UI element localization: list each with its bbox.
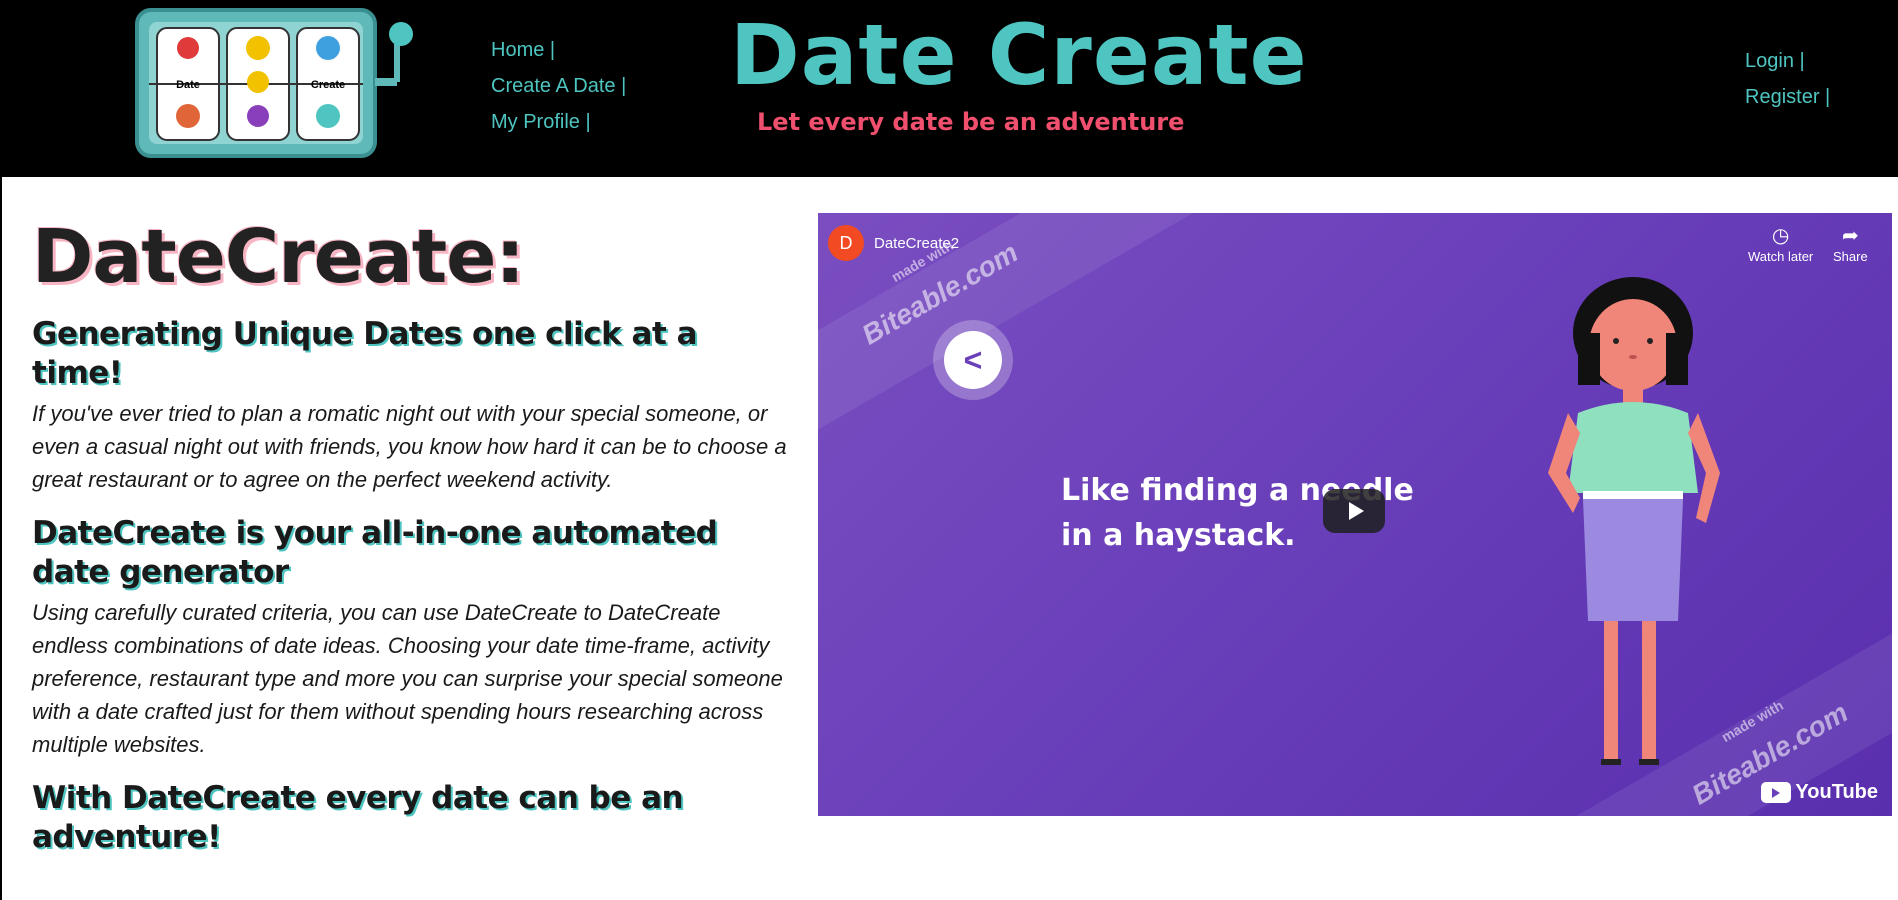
logo-label-date: Date (176, 79, 200, 91)
heading-all-in-one: DateCreate is your all-in-one automated … (32, 515, 718, 590)
site-title: Date Create (730, 6, 1308, 104)
woman-illustration (1548, 277, 1720, 765)
slot-machine-logo[interactable]: Date Create (135, 8, 415, 158)
site-header: Date Create Home | Create A Date | My Pr… (0, 0, 1898, 177)
register-link[interactable]: Register | (1745, 79, 1830, 115)
youtube-logo[interactable]: YouTube (1761, 781, 1878, 804)
page-title: DateCreate: (32, 214, 525, 300)
main-nav: Home | Create A Date | My Profile | (491, 32, 626, 140)
video-player[interactable]: made with Biteable.com made with Biteabl… (818, 213, 1892, 816)
share-button[interactable]: ➦ Share (1833, 223, 1868, 264)
main-content: DateCreate: Generating Unique Dates one … (0, 177, 1898, 900)
youtube-label: YouTube (1795, 781, 1878, 803)
intro-section: DateCreate: Generating Unique Dates one … (32, 217, 792, 861)
video-channel-bar: D DateCreate2 (828, 225, 959, 261)
clock-icon: ◷ (1771, 225, 1790, 247)
login-link[interactable]: Login | (1745, 43, 1830, 79)
nav-home-link[interactable]: Home | (491, 32, 626, 68)
paragraph-intro: If you've ever tried to plan a romatic n… (32, 401, 787, 492)
channel-name[interactable]: DateCreate2 (874, 235, 959, 252)
auth-links: Login | Register | (1745, 43, 1830, 115)
heading-generating: Generating Unique Dates one click at a t… (32, 316, 698, 391)
back-circle-graphic: < (933, 320, 1013, 400)
nav-my-profile-link[interactable]: My Profile | (491, 104, 626, 140)
share-icon: ➦ (1841, 225, 1859, 247)
watch-later-button[interactable]: ◷ Watch later (1748, 223, 1813, 264)
share-label: Share (1833, 249, 1868, 264)
play-button[interactable] (1323, 489, 1385, 533)
nav-create-date-link[interactable]: Create A Date | (491, 68, 626, 104)
watch-later-label: Watch later (1748, 249, 1814, 264)
site-tagline: Let every date be an adventure (757, 108, 1185, 136)
back-arrow-icon: < (944, 331, 1002, 389)
paragraph-criteria: Using carefully curated criteria, you ca… (32, 600, 783, 757)
heading-adventure: With DateCreate every date can be an adv… (32, 780, 684, 855)
logo-label-create: Create (311, 79, 345, 91)
youtube-play-icon (1761, 782, 1792, 803)
channel-avatar[interactable]: D (828, 225, 864, 261)
play-icon (1348, 502, 1364, 520)
